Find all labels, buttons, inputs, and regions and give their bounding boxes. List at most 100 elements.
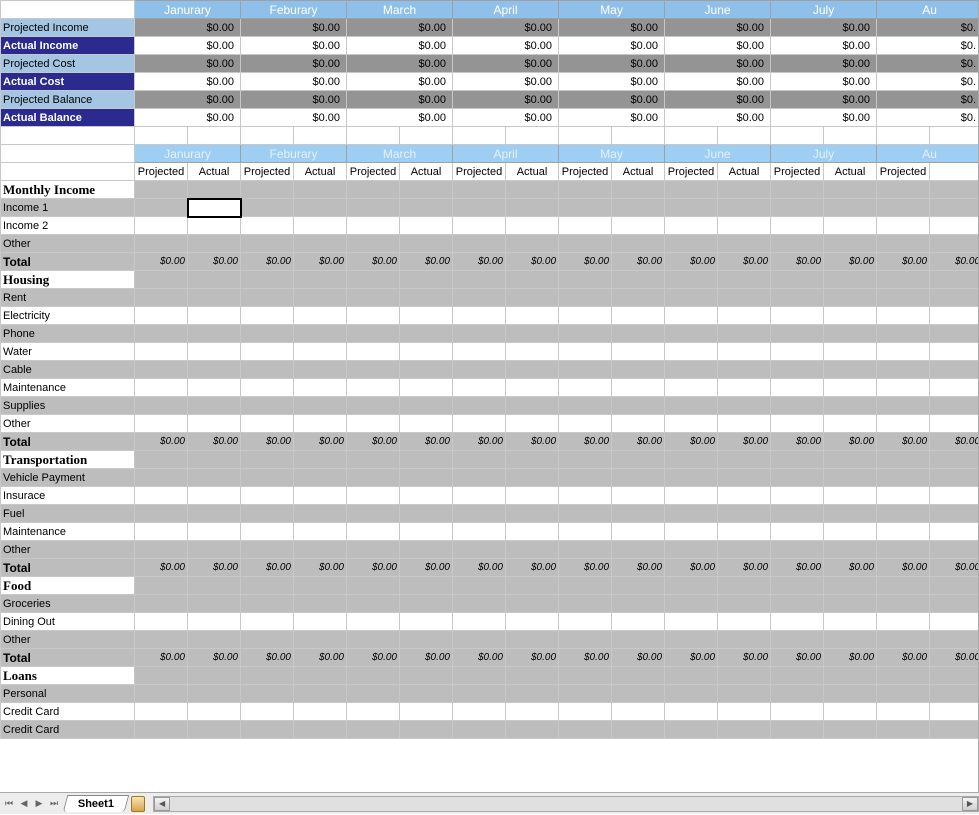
data-cell[interactable] bbox=[453, 541, 506, 559]
data-cell[interactable] bbox=[347, 307, 400, 325]
data-cell[interactable] bbox=[930, 199, 979, 217]
data-cell[interactable] bbox=[241, 217, 294, 235]
data-cell[interactable] bbox=[824, 415, 877, 433]
cell[interactable] bbox=[347, 271, 400, 289]
month-header[interactable]: May bbox=[559, 1, 665, 19]
total-cell[interactable]: $0.00 bbox=[241, 253, 294, 271]
row-label[interactable]: Other bbox=[1, 235, 135, 253]
subheader-projected[interactable]: Projected bbox=[877, 163, 930, 181]
data-cell[interactable] bbox=[506, 289, 559, 307]
cell[interactable] bbox=[400, 451, 453, 469]
data-cell[interactable] bbox=[453, 307, 506, 325]
data-cell[interactable] bbox=[877, 487, 930, 505]
total-cell[interactable]: $0.00 bbox=[930, 559, 979, 577]
cell[interactable] bbox=[665, 667, 718, 685]
cell[interactable] bbox=[294, 451, 347, 469]
data-cell[interactable] bbox=[824, 325, 877, 343]
data-cell[interactable] bbox=[665, 631, 718, 649]
data-cell[interactable] bbox=[453, 703, 506, 721]
data-cell[interactable] bbox=[506, 217, 559, 235]
subheader-actual[interactable]: Actual bbox=[718, 163, 771, 181]
cell[interactable] bbox=[241, 451, 294, 469]
data-cell[interactable] bbox=[506, 397, 559, 415]
data-cell[interactable] bbox=[718, 721, 771, 739]
cell[interactable] bbox=[135, 577, 188, 595]
row-label[interactable]: Credit Card bbox=[1, 721, 135, 739]
section-title[interactable]: Transportation bbox=[1, 451, 135, 469]
data-cell[interactable] bbox=[771, 469, 824, 487]
data-cell[interactable] bbox=[506, 469, 559, 487]
row-label[interactable]: Maintenance bbox=[1, 379, 135, 397]
section-title[interactable]: Loans bbox=[1, 667, 135, 685]
summary-cell[interactable]: $0.00 bbox=[559, 91, 665, 109]
cell[interactable] bbox=[612, 271, 665, 289]
summary-cell[interactable]: $0.00 bbox=[135, 19, 241, 37]
cell[interactable] bbox=[453, 127, 506, 145]
data-cell[interactable] bbox=[294, 523, 347, 541]
data-cell[interactable] bbox=[294, 199, 347, 217]
data-cell[interactable] bbox=[771, 199, 824, 217]
cell[interactable] bbox=[559, 667, 612, 685]
cell[interactable] bbox=[930, 181, 979, 199]
total-cell[interactable]: $0.00 bbox=[400, 649, 453, 667]
total-cell[interactable]: $0.00 bbox=[824, 559, 877, 577]
data-cell[interactable] bbox=[771, 595, 824, 613]
summary-row-label[interactable]: Projected Balance bbox=[1, 91, 135, 109]
data-cell[interactable] bbox=[665, 325, 718, 343]
row-label[interactable]: Rent bbox=[1, 289, 135, 307]
data-cell[interactable] bbox=[930, 415, 979, 433]
data-cell[interactable] bbox=[188, 307, 241, 325]
cell[interactable] bbox=[930, 577, 979, 595]
cell[interactable] bbox=[506, 577, 559, 595]
data-cell[interactable] bbox=[347, 469, 400, 487]
data-cell[interactable] bbox=[665, 541, 718, 559]
row-label[interactable]: Phone bbox=[1, 325, 135, 343]
total-cell[interactable]: $0.00 bbox=[824, 253, 877, 271]
total-cell[interactable]: $0.00 bbox=[718, 559, 771, 577]
data-cell[interactable] bbox=[400, 469, 453, 487]
data-cell[interactable] bbox=[188, 379, 241, 397]
data-cell[interactable] bbox=[506, 487, 559, 505]
data-cell[interactable] bbox=[135, 235, 188, 253]
cell[interactable] bbox=[559, 271, 612, 289]
data-cell[interactable] bbox=[241, 235, 294, 253]
summary-cell[interactable]: $0.00 bbox=[135, 73, 241, 91]
cell[interactable] bbox=[559, 577, 612, 595]
cell[interactable] bbox=[665, 181, 718, 199]
total-cell[interactable]: $0.00 bbox=[612, 433, 665, 451]
cell[interactable] bbox=[559, 181, 612, 199]
data-cell[interactable] bbox=[877, 613, 930, 631]
data-cell[interactable] bbox=[824, 613, 877, 631]
cell[interactable] bbox=[294, 271, 347, 289]
data-cell[interactable] bbox=[400, 487, 453, 505]
data-cell[interactable] bbox=[188, 523, 241, 541]
data-cell[interactable] bbox=[824, 541, 877, 559]
total-cell[interactable]: $0.00 bbox=[506, 433, 559, 451]
data-cell[interactable] bbox=[188, 361, 241, 379]
cell[interactable] bbox=[771, 127, 824, 145]
data-cell[interactable] bbox=[347, 325, 400, 343]
row-label[interactable]: Water bbox=[1, 343, 135, 361]
data-cell[interactable] bbox=[718, 343, 771, 361]
summary-cell[interactable]: $0.00 bbox=[347, 73, 453, 91]
data-cell[interactable] bbox=[718, 613, 771, 631]
spreadsheet-grid[interactable]: JanuraryFeburaryMarchAprilMayJuneJulyAuP… bbox=[0, 0, 979, 739]
cell[interactable] bbox=[241, 271, 294, 289]
total-cell[interactable]: $0.00 bbox=[718, 433, 771, 451]
data-cell[interactable] bbox=[559, 685, 612, 703]
cell[interactable] bbox=[188, 181, 241, 199]
summary-cell[interactable]: $0.00 bbox=[771, 91, 877, 109]
total-cell[interactable]: $0.00 bbox=[771, 433, 824, 451]
data-cell[interactable] bbox=[506, 415, 559, 433]
data-cell[interactable] bbox=[400, 217, 453, 235]
data-cell[interactable] bbox=[718, 361, 771, 379]
cell[interactable] bbox=[241, 667, 294, 685]
data-cell[interactable] bbox=[294, 235, 347, 253]
data-cell[interactable] bbox=[294, 415, 347, 433]
total-cell[interactable]: $0.00 bbox=[241, 649, 294, 667]
scroll-left-icon[interactable]: ◀ bbox=[154, 797, 170, 811]
data-cell[interactable] bbox=[612, 307, 665, 325]
data-cell[interactable] bbox=[612, 469, 665, 487]
data-cell[interactable] bbox=[559, 613, 612, 631]
data-cell[interactable] bbox=[294, 721, 347, 739]
